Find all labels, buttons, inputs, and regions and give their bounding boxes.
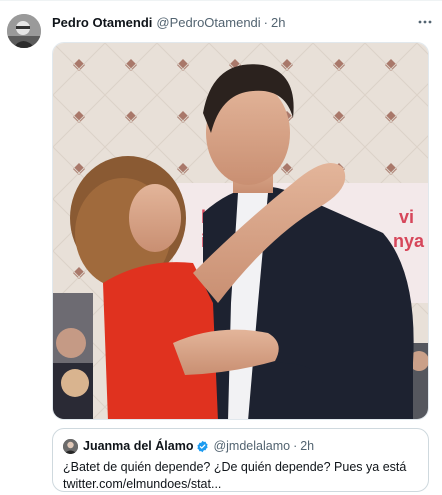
tweet-photo[interactable]: ls f i d vi nya [52,42,429,420]
quoted-author-handle: @jmdelalamo [213,439,291,453]
photo-image: ls f i d vi nya [53,43,428,419]
tweet-header: Pedro Otamendi @PedroOtamendi · 2h [52,13,432,31]
more-options-button[interactable] [414,11,436,33]
more-horizontal-icon [418,20,432,24]
quoted-separator-dot: · [293,439,298,453]
tweet-timestamp[interactable]: 2h [271,15,285,30]
tweet[interactable]: Pedro Otamendi @PedroOtamendi · 2h vi ny… [0,0,442,495]
quoted-author-avatar [63,438,78,454]
svg-text:nya: nya [393,231,425,251]
verified-badge-icon [197,440,209,452]
quoted-tweet-header: Juanma del Álamo @jmdelalamo · 2h [63,437,418,455]
separator-dot: · [263,14,269,30]
banner-text-right: vi [399,207,414,227]
quoted-text-line: ¿Batet de quién depende? ¿De quién depen… [63,460,407,474]
quoted-tweet-timestamp: 2h [300,439,315,453]
author-avatar[interactable] [7,14,41,48]
quoted-author-name: Juanma del Álamo [83,439,194,453]
author-handle[interactable]: @PedroOtamendi [156,15,260,30]
quoted-tweet[interactable]: Juanma del Álamo @jmdelalamo · 2h ¿Batet… [52,428,429,492]
author-name[interactable]: Pedro Otamendi [52,15,152,30]
quoted-link[interactable]: twitter.com/elmundoes/stat... [63,476,418,493]
quoted-tweet-text: ¿Batet de quién depende? ¿De quién depen… [63,459,418,493]
